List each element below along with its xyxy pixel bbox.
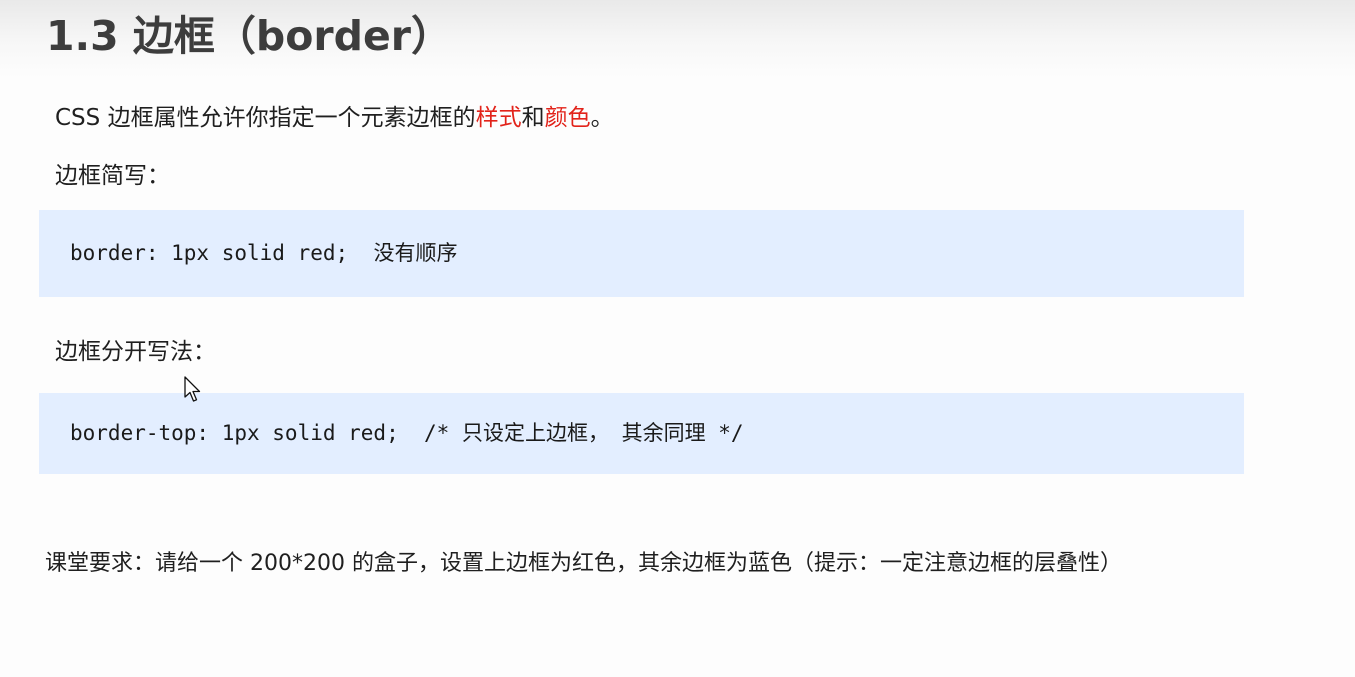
- separate-code-line: border-top: 1px solid red; /* 只设定上边框， 其余…: [70, 419, 744, 447]
- shorthand-code-block: border: 1px solid red; 没有顺序: [39, 210, 1244, 297]
- intro-end: 。: [590, 105, 614, 131]
- separate-code-block: border-top: 1px solid red; /* 只设定上边框， 其余…: [39, 393, 1244, 474]
- shorthand-code: border: 1px solid red;: [70, 241, 349, 265]
- separate-label: 边框分开写法：: [55, 339, 216, 365]
- intro-and: 和: [521, 105, 545, 131]
- shorthand-label: 边框简写：: [55, 163, 170, 189]
- mouse-pointer-icon: [184, 376, 201, 402]
- shorthand-code-line: border: 1px solid red; 没有顺序: [70, 239, 457, 267]
- intro-style-highlight: 样式: [475, 105, 522, 131]
- assignment-text: 课堂要求：请给一个 200*200 的盒子，设置上边框为红色，其余边框为蓝色（提…: [45, 551, 1122, 576]
- separate-code: border-top: 1px solid red;: [70, 421, 399, 445]
- intro-paragraph: CSS 边框属性允许你指定一个元素边框的样式和颜色。: [55, 102, 614, 134]
- slide-title: 1.3 边框（border）: [46, 12, 453, 60]
- separate-comment: /* 只设定上边框， 其余同理 */: [424, 421, 744, 445]
- intro-text: CSS 边框属性允许你指定一个元素边框的: [55, 105, 476, 131]
- shorthand-note: 没有顺序: [373, 241, 458, 265]
- intro-color-highlight: 颜色: [544, 105, 591, 131]
